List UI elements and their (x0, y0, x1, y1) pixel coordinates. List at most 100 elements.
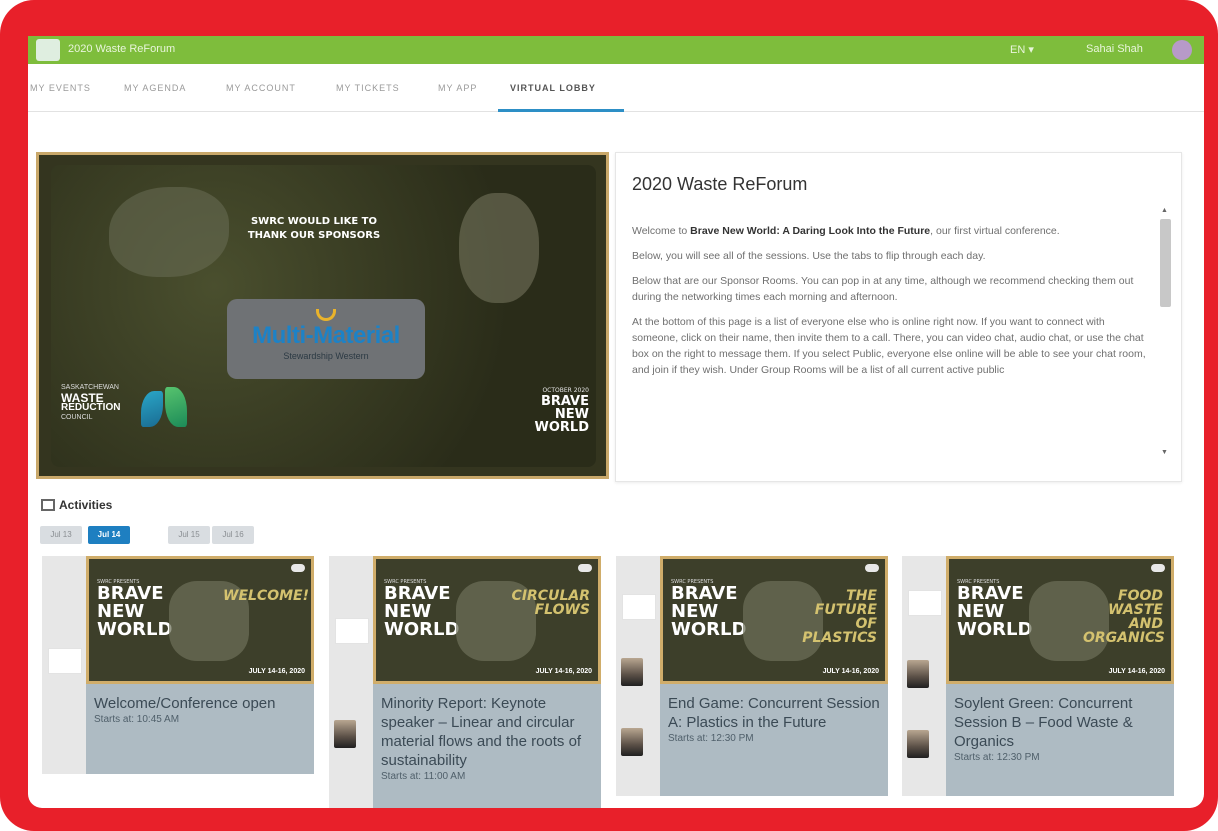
thumb-brave-logo: SWRC PRESENTS BRAVE NEW WORLD (384, 579, 459, 639)
event-title: 2020 Waste ReForum (632, 174, 808, 194)
welcome-paragraph: Welcome to Brave New World: A Daring Loo… (632, 223, 1152, 239)
card-sidebar (616, 556, 660, 796)
brave-line-3: WORLD (534, 420, 589, 435)
day-tab-jul-16[interactable]: Jul 16 (212, 526, 254, 544)
session-title[interactable]: End Game: Concurrent Session A: Plastics… (668, 694, 880, 732)
thumb-date: JULY 14-16, 2020 (822, 668, 879, 675)
card-thumbnail[interactable]: SWRC PRESENTS BRAVE NEW WORLD THE FUTURE OF… (660, 556, 888, 684)
thumb-subtitle: FOOD WASTE AND ORGANICS (1083, 588, 1165, 646)
sponsor-subtitle: Stewardship Western (283, 351, 369, 361)
card-info: End Game: Concurrent Session A: Plastics… (660, 684, 888, 796)
video-badge-icon (578, 564, 592, 572)
event-description: Welcome to Brave New World: A Daring Loo… (632, 223, 1152, 387)
welcome-text-end: , our first virtual conference. (930, 225, 1060, 237)
session-start-time: Starts at: 12:30 PM (668, 733, 754, 744)
networking-paragraph: At the bottom of this page is a list of … (632, 316, 1146, 376)
event-info-panel: 2020 Waste ReForum Welcome to Brave New … (615, 152, 1182, 482)
banner-thank-text: SWRC WOULD LIKE TO THANK OUR SPONSORS (247, 216, 381, 241)
welcome-text: Welcome to (632, 225, 691, 237)
sponsor-smile-icon (316, 309, 336, 321)
tab-my-events[interactable]: MY EVENTS (30, 83, 91, 93)
card-thumbnail[interactable]: SWRC PRESENTS BRAVE NEW WORLD CIRCULAR FLOW… (373, 556, 601, 684)
thumb-world: WORLD (384, 619, 460, 640)
council-logo: SASKATCHEWAN WASTE REDUCTION COUNCIL (61, 383, 151, 423)
thumb-subtitle: THE FUTURE OF PLASTICS (802, 588, 877, 646)
day-tab-jul-14[interactable]: Jul 14 (88, 526, 130, 544)
card-info: Minority Report: Keynote speaker – Linea… (373, 684, 601, 808)
tab-my-agenda[interactable]: MY AGENDA (124, 83, 186, 93)
tab-my-app[interactable]: MY APP (438, 83, 477, 93)
user-name[interactable]: Sahai Shah (1086, 43, 1143, 55)
app-logo-icon[interactable] (36, 39, 60, 61)
thumb-brave-logo: SWRC PRESENTS BRAVE NEW WORLD (957, 579, 1032, 639)
card-thumbnail[interactable]: SWRC PRESENTS BRAVE NEW WORLD FOOD WASTE AN… (946, 556, 1174, 684)
sponsor-paragraph: Below that are our Sponsor Rooms. You ca… (632, 275, 1134, 303)
info-scrollbar[interactable]: ▲ ▼ (1159, 207, 1172, 462)
day-tab-jul-13[interactable]: Jul 13 (40, 526, 82, 544)
card-sidebar (329, 556, 373, 808)
card-info: Welcome/Conference open Starts at: 10:45… (86, 684, 314, 774)
welcome-bold-text: Brave New World: A Daring Look Into the … (690, 225, 931, 237)
scroll-up-icon[interactable]: ▲ (1161, 207, 1168, 214)
speaker-photo[interactable] (334, 720, 356, 748)
main-tabs: MY EVENTS MY AGENDA MY ACCOUNT MY TICKET… (28, 64, 1204, 112)
video-badge-icon (1151, 564, 1165, 572)
card-thumbnail[interactable]: SWRC PRESENTS BRAVE NEW WORLD WELCOME! JULY… (86, 556, 314, 684)
thumb-brave-logo: SWRC PRESENTS BRAVE NEW WORLD (671, 579, 746, 639)
activity-card[interactable]: SWRC PRESENTS BRAVE NEW WORLD WELCOME! JULY… (42, 556, 314, 774)
thumb-subtitle: CIRCULAR FLOWS (511, 588, 590, 618)
activity-card[interactable]: SWRC PRESENTS BRAVE NEW WORLD CIRCULAR FLOW… (329, 556, 601, 808)
thumb-date: JULY 14-16, 2020 (1108, 668, 1165, 675)
session-title[interactable]: Minority Report: Keynote speaker – Linea… (381, 694, 593, 770)
council-line-3: REDUCTION (61, 402, 121, 413)
thumb-brave-logo: SWRC PRESENTS BRAVE NEW WORLD (97, 579, 172, 639)
sponsor-name: Multi-Material (252, 322, 400, 349)
brave-new-world-logo: OCTOBER 2020 BRAVE NEW WORLD (529, 387, 589, 434)
active-tab-indicator (498, 109, 624, 112)
tab-virtual-lobby[interactable]: VIRTUAL LOBBY (510, 83, 596, 93)
speaker-photo[interactable] (907, 730, 929, 758)
thumb-world: WORLD (957, 619, 1033, 640)
session-title[interactable]: Welcome/Conference open (94, 694, 306, 713)
sponsor-logo-small (48, 648, 82, 674)
video-badge-icon (865, 564, 879, 572)
activity-card[interactable]: SWRC PRESENTS BRAVE NEW WORLD THE FUTURE OF… (616, 556, 888, 796)
speaker-photo[interactable] (907, 660, 929, 688)
session-start-time: Starts at: 11:00 AM (381, 771, 466, 782)
day-tab-jul-15[interactable]: Jul 15 (168, 526, 210, 544)
session-title[interactable]: Soylent Green: Concurrent Session B – Fo… (954, 694, 1166, 751)
user-avatar[interactable] (1172, 40, 1192, 60)
tab-my-tickets[interactable]: MY TICKETS (336, 83, 400, 93)
card-info: Soylent Green: Concurrent Session B – Fo… (946, 684, 1174, 796)
thumb-date: JULY 14-16, 2020 (248, 668, 305, 675)
thumb-subtitle: WELCOME! (223, 588, 309, 604)
speaker-photo[interactable] (621, 658, 643, 686)
thumb-world: WORLD (97, 619, 173, 640)
sponsor-logo-small (908, 590, 942, 616)
banner-art-right (459, 193, 539, 303)
app-screen: 2020 Waste ReForum EN ▾ Sahai Shah MY EV… (28, 36, 1204, 808)
sponsor-banner: SWRC WOULD LIKE TO THANK OUR SPONSORS Mu… (36, 152, 609, 479)
brand-title[interactable]: 2020 Waste ReForum (68, 43, 175, 55)
thumb-date: JULY 14-16, 2020 (535, 668, 592, 675)
session-start-time: Starts at: 12:30 PM (954, 752, 1040, 763)
banner-art-left (109, 187, 229, 277)
scroll-down-icon[interactable]: ▼ (1161, 449, 1168, 456)
video-badge-icon (291, 564, 305, 572)
language-selector[interactable]: EN ▾ (1010, 43, 1034, 56)
sponsor-logo[interactable]: Multi-Material Stewardship Western (227, 299, 425, 379)
activities-heading: Activities (41, 498, 112, 512)
scroll-thumb[interactable] (1160, 219, 1171, 307)
council-line-4: COUNCIL (61, 414, 93, 421)
sponsor-logo-small (335, 618, 369, 644)
calendar-icon (41, 499, 55, 511)
card-sidebar (902, 556, 946, 796)
session-start-time: Starts at: 10:45 AM (94, 714, 180, 725)
activities-label: Activities (59, 498, 113, 512)
top-bar: 2020 Waste ReForum EN ▾ Sahai Shah (28, 36, 1204, 64)
sponsor-logo-small (622, 594, 656, 620)
speaker-photo[interactable] (621, 728, 643, 756)
tab-my-account[interactable]: MY ACCOUNT (226, 83, 296, 93)
sessions-paragraph: Below, you will see all of the sessions.… (632, 250, 986, 262)
activity-card[interactable]: SWRC PRESENTS BRAVE NEW WORLD FOOD WASTE AN… (902, 556, 1174, 796)
